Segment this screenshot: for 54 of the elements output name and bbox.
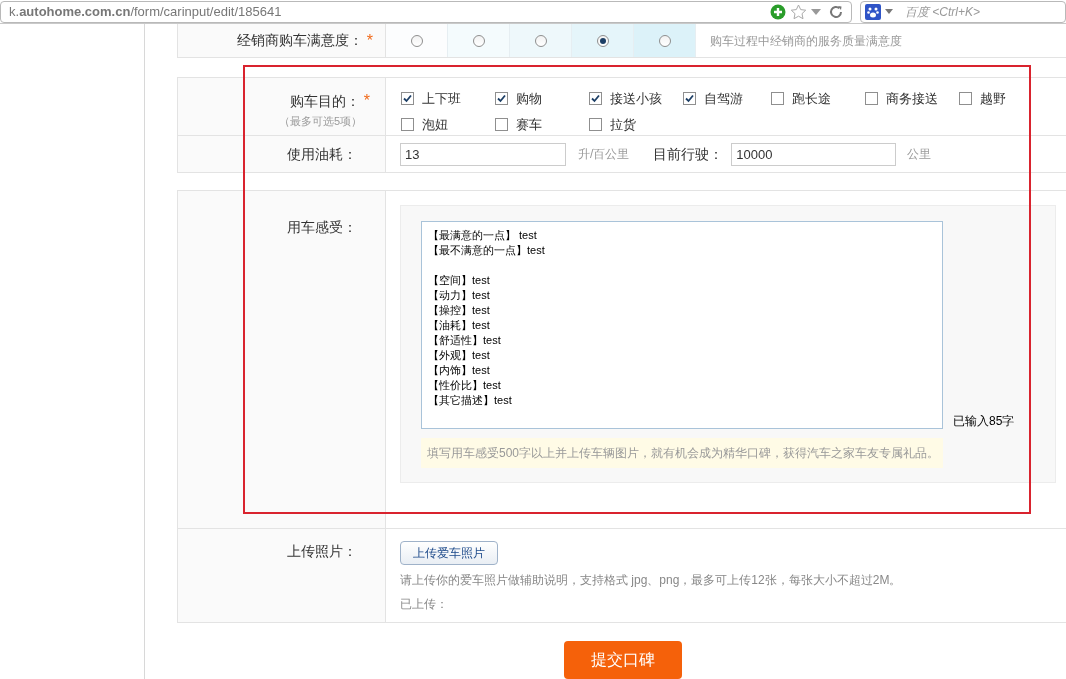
checkbox[interactable] [865,92,878,106]
field-label: 购车目的： [289,91,360,111]
dropdown-icon[interactable] [885,9,893,14]
checkbox[interactable] [495,117,508,131]
option-label: 上下班 [422,90,461,108]
option-label: 跑长途 [792,90,831,108]
url-text: k.autohome.com.cn/form/carinput/edit/185641 [9,2,283,21]
option-label: 拉货 [610,115,636,134]
option-label: 自驾游 [704,90,743,108]
address-field[interactable]: k.autohome.com.cn/form/carinput/edit/185641 [0,0,852,23]
add-icon[interactable] [770,3,786,20]
text-area[interactable]: 【最满意的一点】 test 【最不满意的一点】test 【空间】test 【动力】test 【操控】test 【油耗】test 【舒适性】test 【外观】test 【内饰】test 【性价比】test 【其它描述】test [421,221,943,429]
tip-banner: 填写用车感受500字以上并上传车辆图片，就有机会成为精华口碑，获得汽车之家车友专属礼品。 [421,438,943,468]
upload-button[interactable]: 上传爱车照片 [400,541,498,565]
uploaded-label: 已上传： [400,596,448,613]
checkbox[interactable] [959,92,972,106]
radio-button[interactable] [472,34,485,47]
checkbox[interactable] [589,92,602,106]
field-sublabel: （最多可选5项） [278,114,362,129]
star-icon[interactable] [790,3,807,20]
option-label: 购物 [516,90,542,108]
field-label: 经销商购车满意度： [236,31,363,50]
required-mark: * [366,30,373,51]
checkbox[interactable] [495,92,508,106]
checkbox[interactable] [683,92,696,106]
option-label: 接送小孩 [610,90,662,108]
unit-text: 公里 [907,146,932,163]
hint-text: 请上传你的爱车照片做辅助说明，支持格式 jpg、png，最多可上传12张，每张大小不超过2M。 [400,572,902,589]
option-label: 越野 [980,90,1006,108]
fuel-input[interactable]: 13 [400,142,566,166]
hint-text: 购车过程中经销商的服务质量满意度 [710,32,902,50]
refresh-icon[interactable] [829,4,843,19]
checkbox[interactable] [771,92,784,106]
radio-button[interactable] [596,34,609,47]
radio-button[interactable] [410,34,423,47]
unit-text: 升/百公里 [578,146,630,163]
checkbox[interactable] [401,117,414,131]
option-label: 商务接送 [886,90,938,108]
required-mark: * [363,91,370,111]
mileage-input[interactable]: 10000 [731,142,897,166]
radio-button[interactable] [658,34,671,47]
field-label: 用车感受： [287,218,357,237]
character-count: 已输入85字 [953,413,1015,430]
dropdown-icon[interactable] [811,8,821,15]
field-label: 目前行驶： [653,144,724,164]
paw-icon[interactable] [865,3,881,20]
radio-button[interactable] [534,34,547,47]
search-placeholder: 百度 <Ctrl+K> [905,3,981,21]
option-label: 赛车 [516,115,542,134]
checkbox[interactable] [589,117,602,131]
field-label: 使用油耗： [287,144,357,164]
checkbox[interactable] [401,92,414,106]
option-label: 泡妞 [422,115,448,134]
field-label: 上传照片： [287,542,357,561]
